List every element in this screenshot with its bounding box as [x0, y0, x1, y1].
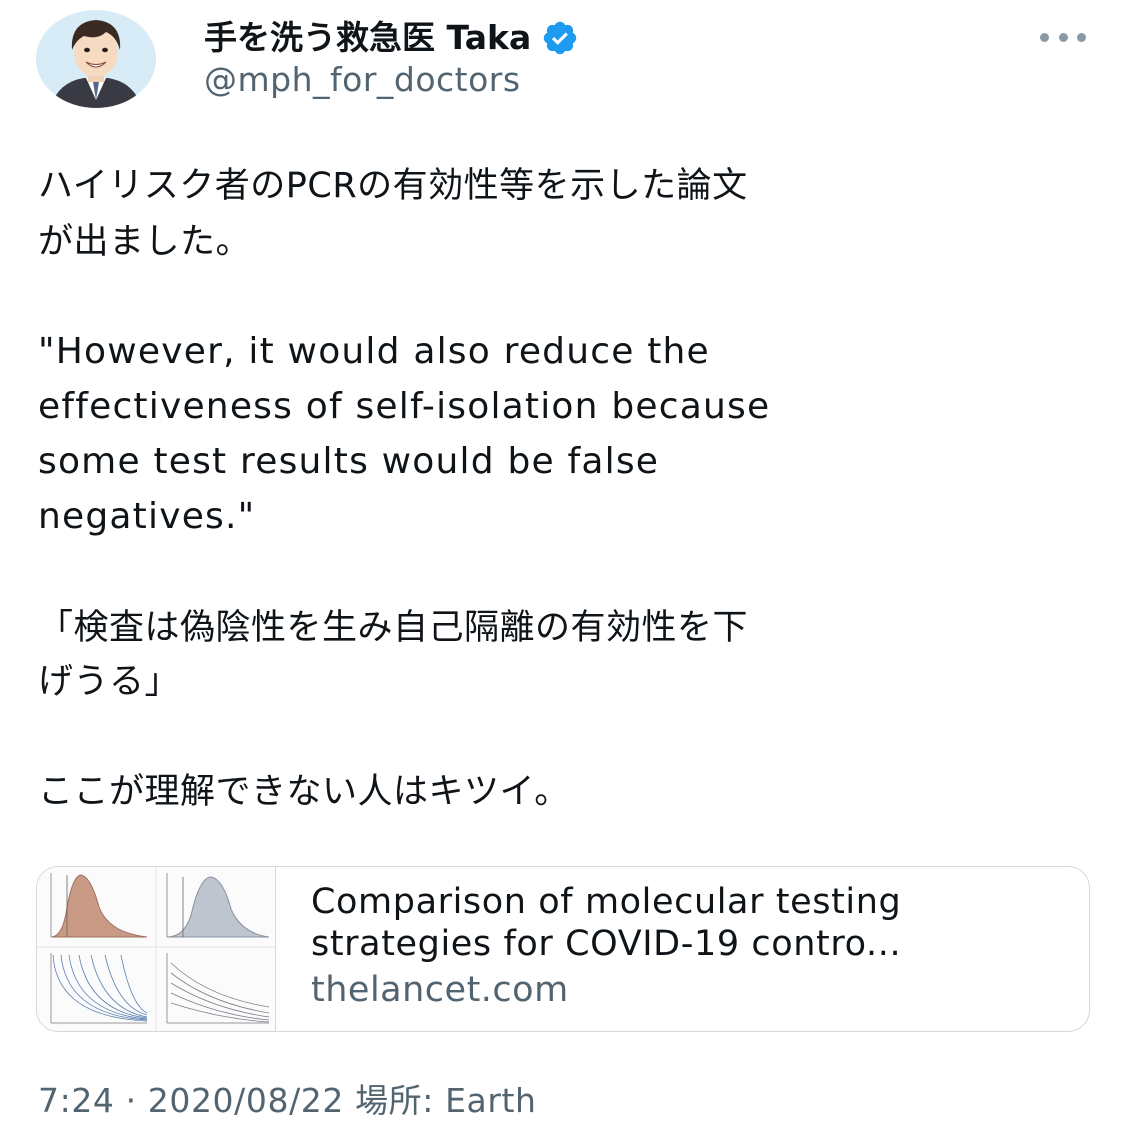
avatar-illustration: [36, 10, 156, 108]
tweet-text-line: が出ました。: [38, 222, 252, 262]
link-card-title-line: Comparison of molecular testing: [311, 882, 902, 922]
more-dot: [1077, 32, 1086, 42]
link-card-domain: thelancet.com: [311, 970, 569, 1010]
tweet-text-line: some test results would be false: [38, 441, 660, 482]
verified-badge-icon: [541, 19, 579, 57]
tweet-timestamp-location[interactable]: 7:24 · 2020/08/22 場所: Earth: [38, 1081, 537, 1121]
avatar[interactable]: [36, 10, 156, 108]
user-handle[interactable]: @mph_for_doctors: [204, 60, 521, 100]
tweet-text-line: ハイリスク者のPCRの有効性等を示した論文: [38, 166, 748, 206]
tweet-text-line: effectiveness of self-isolation because: [38, 386, 771, 427]
tweet: 手を洗う救急医 Taka @mph_for_doctors ハイリスク者のPCR…: [0, 0, 1125, 1125]
more-dot: [1058, 32, 1068, 42]
more-dot: [1040, 32, 1049, 42]
link-card-thumbnail: [37, 867, 276, 1031]
link-card[interactable]: Comparison of molecular testing strategi…: [36, 866, 1090, 1032]
more-options-icon[interactable]: [1040, 30, 1086, 44]
display-name[interactable]: 手を洗う救急医 Taka: [204, 18, 579, 58]
tweet-text-line: げうる」: [38, 662, 181, 702]
tweet-text-line: ここが理解できない人はキツイ。: [38, 772, 570, 812]
link-card-title[interactable]: Comparison of molecular testing strategi…: [311, 881, 1071, 965]
tweet-text-line: "However, it would also reduce the: [38, 331, 710, 372]
link-card-title-line: strategies for COVID-19 contro...: [311, 924, 902, 964]
tweet-text-line: 「検査は偽陰性を生み自己隔離の有効性を下: [38, 608, 749, 648]
display-name-text[interactable]: 手を洗う救急医 Taka: [204, 18, 531, 58]
paper-figure-thumbnail: [37, 867, 275, 1031]
tweet-text-line: negatives.": [38, 496, 256, 537]
